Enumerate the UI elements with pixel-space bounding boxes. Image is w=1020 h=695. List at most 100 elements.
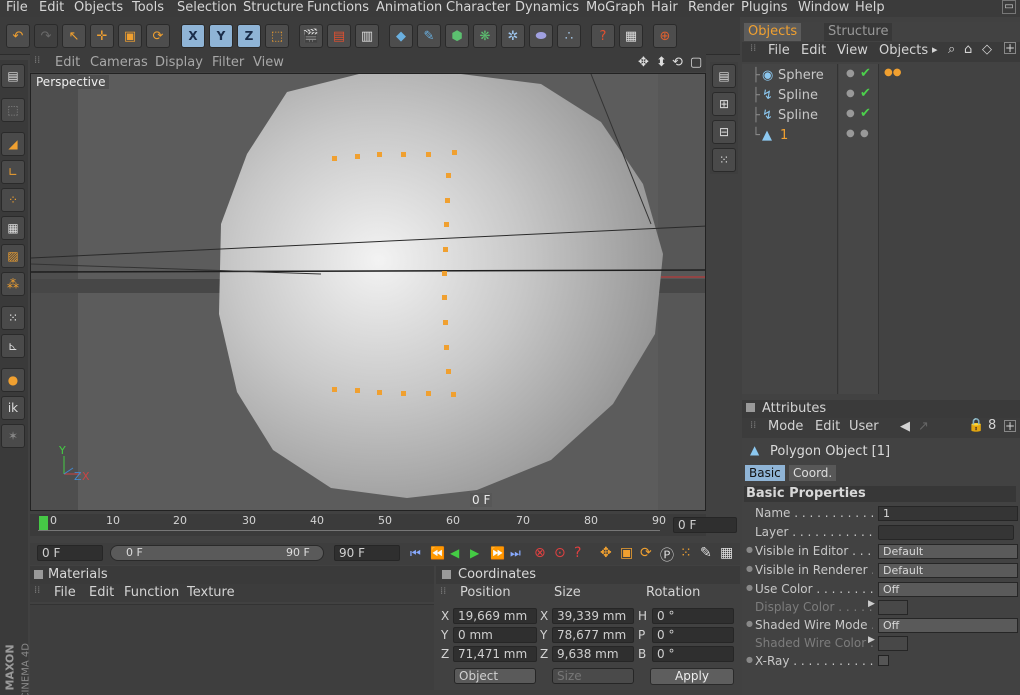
animatable-dot-icon[interactable]: ● <box>746 619 753 628</box>
vertical-split-icon[interactable]: ⊟ <box>712 120 736 144</box>
x-axis-lock-button[interactable]: X <box>181 24 205 48</box>
menu-file[interactable]: File <box>6 0 28 15</box>
render-picture-viewer-icon[interactable]: ▤ <box>327 24 351 48</box>
menu-help[interactable]: Help <box>855 0 885 15</box>
position-z-field[interactable]: 71,471 mm <box>453 646 537 662</box>
menu-character[interactable]: Character <box>446 0 510 15</box>
visibility-dot-icon[interactable]: ● <box>846 88 855 99</box>
live-selection-icon[interactable]: ↖ <box>62 24 86 48</box>
rotation-h-field[interactable]: 0 ° <box>652 608 734 624</box>
array-icon[interactable]: ❋ <box>473 24 497 48</box>
polygons-mode-icon[interactable]: ▨ <box>1 244 25 268</box>
scale-icon[interactable]: ▣ <box>118 24 142 48</box>
enabled-check-icon[interactable]: ✔ <box>860 86 871 101</box>
menu-functions[interactable]: Functions <box>307 0 369 15</box>
viewport-menu-display[interactable]: Display <box>155 55 203 70</box>
environment-icon[interactable]: ∴ <box>557 24 581 48</box>
end-frame-field[interactable]: 90 F <box>334 545 400 561</box>
play-backward-icon[interactable]: ◀ <box>450 546 459 560</box>
forward-arrow-icon[interactable]: ↗ <box>918 419 929 434</box>
record-icon[interactable]: ⊗ <box>534 545 546 561</box>
attributes-menu-mode[interactable]: Mode <box>768 419 803 434</box>
size-mode-dropdown[interactable]: Size <box>552 668 634 684</box>
rotate-icon[interactable]: ⟳ <box>146 24 170 48</box>
y-axis-lock-button[interactable]: Y <box>209 24 233 48</box>
objects-menu-edit[interactable]: Edit <box>801 43 826 58</box>
eye-icon[interactable]: ◇ <box>982 42 992 57</box>
web-icon[interactable]: ⊕ <box>653 24 677 48</box>
search-icon[interactable]: ⌕ <box>948 42 955 57</box>
render-dot-icon[interactable]: ● <box>860 128 869 139</box>
maximize-view-icon[interactable]: ▢ <box>690 55 702 70</box>
single-view-icon[interactable]: ▤ <box>712 64 736 88</box>
start-frame-field[interactable]: 0 F <box>37 545 103 561</box>
position-y-field[interactable]: 0 mm <box>453 627 537 643</box>
layout-icon[interactable]: ▤ <box>1 64 25 88</box>
cube-primitive-icon[interactable]: ◆ <box>389 24 413 48</box>
undo-icon[interactable]: ↶ <box>6 24 30 48</box>
objects-menu-file[interactable]: File <box>768 43 790 58</box>
rotation-p-field[interactable]: 0 ° <box>652 627 734 643</box>
ik-icon[interactable]: ik <box>1 396 25 420</box>
object-row-spline-1[interactable]: ├ ↯ Spline ● ✔ <box>742 86 1020 106</box>
materials-shelf[interactable] <box>30 604 434 690</box>
window-restore-icon[interactable]: ▭ <box>1002 0 1016 14</box>
orbit-icon[interactable]: ⟲ <box>672 55 683 70</box>
key-position-icon[interactable]: ✥ <box>600 545 612 561</box>
texture-mode-icon[interactable]: ⬚ <box>1 98 25 122</box>
key-scale-icon[interactable]: ▣ <box>620 545 633 561</box>
workplane-icon[interactable]: ⊾ <box>1 334 25 358</box>
go-to-end-icon[interactable]: ⏭ <box>510 546 521 561</box>
expand-arrow-icon[interactable]: ▶ <box>868 599 875 609</box>
viewport-perspective[interactable]: Perspective Y Z X 0 F <box>30 73 706 511</box>
visible-renderer-dropdown[interactable]: Default <box>878 563 1018 578</box>
xray-checkbox[interactable] <box>878 655 889 666</box>
timeline-ruler[interactable]: 0 10 20 30 40 50 60 70 80 90 0 F <box>30 514 737 536</box>
link-icon[interactable]: 8 <box>988 418 996 433</box>
coordinate-mode-dropdown[interactable]: Object <box>454 668 536 684</box>
name-field[interactable]: 1 <box>878 506 1018 521</box>
points-mode-icon[interactable]: ⁘ <box>1 188 25 212</box>
object-row-spline-2[interactable]: ├ ↯ Spline ● ✔ <box>742 106 1020 126</box>
menu-window[interactable]: Window <box>798 0 849 15</box>
animatable-dot-icon[interactable]: ● <box>746 545 753 554</box>
menu-dynamics[interactable]: Dynamics <box>515 0 579 15</box>
back-arrow-icon[interactable]: ◀ <box>900 419 910 434</box>
viewport-menu-view[interactable]: View <box>253 55 284 70</box>
attributes-menu-user[interactable]: User <box>849 419 879 434</box>
enabled-check-icon[interactable]: ✔ <box>860 106 871 121</box>
display-color-swatch[interactable] <box>878 600 908 615</box>
menu-objects[interactable]: Objects <box>74 0 123 15</box>
visible-editor-dropdown[interactable]: Default <box>878 544 1018 559</box>
size-y-field[interactable]: 78,677 mm <box>552 627 634 643</box>
menu-selection[interactable]: Selection <box>177 0 237 15</box>
attributes-menu-edit[interactable]: Edit <box>815 419 840 434</box>
viewport-menu-cameras[interactable]: Cameras <box>90 55 148 70</box>
size-x-field[interactable]: 39,339 mm <box>552 608 634 624</box>
rotation-b-field[interactable]: 0 ° <box>652 646 734 662</box>
snap-icon[interactable]: ⁙ <box>1 306 25 330</box>
deformer-icon[interactable]: ✲ <box>501 24 525 48</box>
hair-icon[interactable]: ✶ <box>1 424 25 448</box>
material-tag-icon[interactable]: ●● <box>884 67 901 78</box>
shaded-wire-mode-dropdown[interactable]: Off <box>878 618 1018 633</box>
viewport-menu-filter[interactable]: Filter <box>212 55 244 70</box>
redo-icon[interactable]: ↷ <box>34 24 58 48</box>
zoom-icon[interactable]: ⬍ <box>656 55 667 70</box>
tweak-mode-icon[interactable]: ⁂ <box>1 272 25 296</box>
key-parameter-icon[interactable]: Ⓟ <box>660 545 674 565</box>
key-rotation-icon[interactable]: ⟳ <box>640 545 652 561</box>
layer-field[interactable] <box>878 525 1014 540</box>
render-view-icon[interactable]: 🎬 <box>299 24 323 48</box>
go-to-start-icon[interactable]: ⏮ <box>410 546 421 561</box>
pan-icon[interactable]: ✥ <box>638 55 649 70</box>
visibility-dot-icon[interactable]: ● <box>846 128 855 139</box>
visibility-dot-icon[interactable]: ● <box>846 68 855 79</box>
animatable-dot-icon[interactable]: ● <box>746 655 753 664</box>
model-mode-icon[interactable]: ◢ <box>1 132 25 156</box>
prev-key-icon[interactable]: ⏪ <box>430 546 445 560</box>
sculpt-icon[interactable]: ● <box>1 368 25 392</box>
position-x-field[interactable]: 19,669 mm <box>453 608 537 624</box>
lock-icon[interactable]: 🔒 <box>968 418 984 433</box>
objects-menu-objects[interactable]: Objects <box>879 43 928 58</box>
